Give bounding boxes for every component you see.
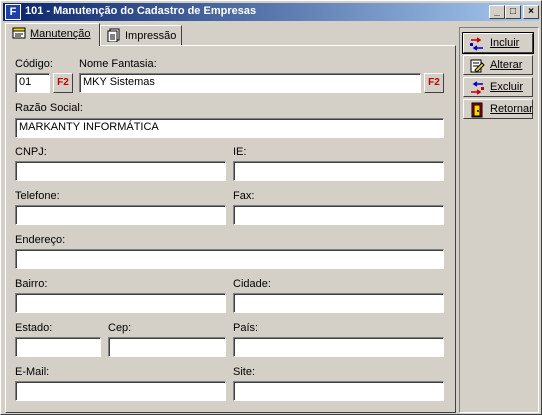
cep-field[interactable] (108, 337, 226, 357)
cnpj-field[interactable] (15, 161, 226, 181)
alterar-button[interactable]: Alterar (463, 55, 533, 75)
site-label: Site: (233, 366, 256, 378)
tab-impressao-label: Impressão (125, 30, 177, 42)
nome-fantasia-lookup-button[interactable]: F2 (424, 73, 444, 93)
ie-field[interactable] (233, 161, 444, 181)
add-icon (469, 36, 485, 52)
tab-impressao[interactable]: Impressão (100, 25, 182, 45)
codigo-field[interactable]: 01 (15, 73, 50, 93)
printer-doc-icon (107, 28, 121, 45)
excluir-button[interactable]: Excluir (463, 77, 533, 97)
action-toolbar: Incluir Alterar Excluir Retornar (459, 27, 539, 413)
main-window: F 101 - Manutenção do Cadastro de Empres… (0, 0, 542, 415)
delete-icon (469, 80, 485, 96)
estado-label: Estado: (15, 322, 53, 334)
alterar-label: Alterar (490, 59, 523, 71)
retornar-button[interactable]: Retornar (463, 99, 533, 119)
window-title: 101 - Manutenção do Cadastro de Empresas (25, 5, 257, 17)
nome-fantasia-field[interactable]: MKY Sistemas (79, 73, 421, 93)
form-panel: Código: 01 F2 Nome Fantasia: MKY Sistema… (5, 45, 456, 413)
title-bar[interactable]: F 101 - Manutenção do Cadastro de Empres… (3, 3, 539, 21)
cnpj-label: CNPJ: (15, 146, 47, 158)
razao-social-field[interactable]: MARKANTY INFORMÁTICA (15, 118, 444, 138)
fax-label: Fax: (233, 190, 255, 202)
email-field[interactable] (15, 381, 226, 401)
app-icon: F (5, 4, 21, 20)
razao-social-label: Razão Social: (15, 102, 83, 114)
minimize-button[interactable]: _ (489, 5, 505, 19)
telefone-field[interactable] (15, 205, 226, 225)
email-label: E-Mail: (15, 366, 50, 378)
tab-manutencao-label: Manutenção (30, 28, 91, 40)
cidade-field[interactable] (233, 293, 444, 313)
incluir-button[interactable]: Incluir (462, 32, 534, 54)
nome-fantasia-label: Nome Fantasia: (79, 58, 157, 70)
telefone-label: Telefone: (15, 190, 60, 202)
endereco-label: Endereço: (15, 234, 66, 246)
exit-door-icon (469, 102, 485, 118)
cep-label: Cep: (108, 322, 132, 334)
estado-field[interactable] (15, 337, 101, 357)
bairro-label: Bairro: (15, 278, 48, 290)
incluir-label: Incluir (490, 37, 520, 49)
pais-field[interactable] (233, 337, 444, 357)
tab-manutencao[interactable]: Manutenção (5, 23, 100, 46)
site-field[interactable] (233, 381, 444, 401)
form-icon (12, 26, 26, 43)
edit-icon (469, 58, 485, 74)
close-button[interactable]: × (523, 5, 539, 19)
ie-label: IE: (233, 146, 247, 158)
endereco-field[interactable] (15, 249, 444, 269)
pais-label: País: (233, 322, 259, 334)
cidade-label: Cidade: (233, 278, 271, 290)
codigo-label: Código: (15, 58, 53, 70)
maximize-button[interactable]: □ (505, 5, 521, 19)
retornar-label: Retornar (490, 103, 533, 115)
bairro-field[interactable] (15, 293, 226, 313)
excluir-label: Excluir (490, 81, 524, 93)
fax-field[interactable] (233, 205, 444, 225)
codigo-lookup-button[interactable]: F2 (53, 73, 73, 93)
